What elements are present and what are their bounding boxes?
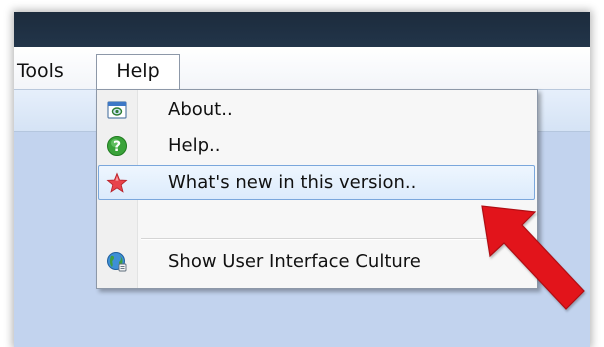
menu-separator [141,238,533,240]
menu-item-about[interactable]: About.. [99,93,533,127]
about-window-icon [106,99,128,121]
menu-bar: Tools Help [14,47,590,90]
svg-text:?: ? [113,139,121,155]
menu-item-show-ui-culture[interactable]: Show User Interface Culture [99,245,533,279]
help-dropdown-menu: About.. ? Help.. What's new in this vers… [96,89,538,289]
star-new-icon [106,172,128,194]
menu-tools[interactable]: Tools [17,58,64,84]
menu-item-help-label: Help.. [168,135,221,156]
app-window: Tools Help About.. ? Help.. What's new i… [14,12,590,347]
title-bar [14,12,590,47]
globe-culture-icon [106,251,128,273]
menu-help[interactable]: Help [96,54,180,90]
menu-item-about-label: About.. [168,99,233,120]
menu-item-help[interactable]: ? Help.. [99,129,533,163]
help-question-icon: ? [106,135,128,157]
menu-item-whats-new-label: What's new in this version.. [168,172,417,193]
menu-item-show-ui-culture-label: Show User Interface Culture [168,251,421,272]
menu-item-whats-new[interactable]: What's new in this version.. [98,165,535,200]
